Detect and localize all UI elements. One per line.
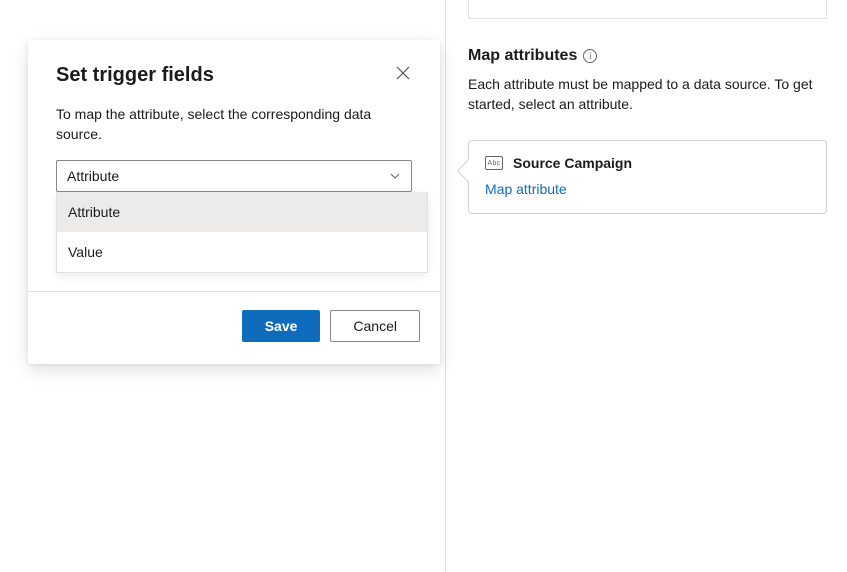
dialog-header: Set trigger fields [56,64,412,87]
dialog-description: To map the attribute, select the corresp… [56,105,412,144]
close-button[interactable] [394,64,412,84]
dropdown-option-value[interactable]: Value [57,232,427,272]
previous-section-bottom [468,0,827,19]
panel-divider [445,0,446,572]
right-panel: Map attributes i Each attribute must be … [468,0,847,214]
attribute-card[interactable]: Abc Source Campaign Map attribute [468,140,827,214]
info-icon[interactable]: i [583,49,597,63]
dialog-footer: Save Cancel [28,292,440,364]
cancel-button[interactable]: Cancel [330,310,420,342]
attribute-card-title: Source Campaign [513,155,632,171]
attribute-card-header: Abc Source Campaign [485,155,810,171]
set-trigger-fields-dialog: Set trigger fields To map the attribute,… [28,40,440,364]
section-description: Each attribute must be mapped to a data … [468,75,827,114]
close-icon [396,66,410,80]
attribute-dropdown-list: Attribute Value [56,192,428,273]
map-attribute-link[interactable]: Map attribute [485,181,567,197]
dropdown-option-attribute[interactable]: Attribute [57,192,427,232]
save-button[interactable]: Save [242,310,321,342]
section-title: Map attributes [468,47,577,65]
attribute-select[interactable]: Attribute [56,160,412,192]
select-value: Attribute [67,168,119,184]
chevron-down-icon [389,170,401,182]
section-header: Map attributes i [468,47,827,65]
callout-arrow [457,160,480,183]
text-type-icon: Abc [485,156,503,170]
dialog-title: Set trigger fields [56,64,214,87]
